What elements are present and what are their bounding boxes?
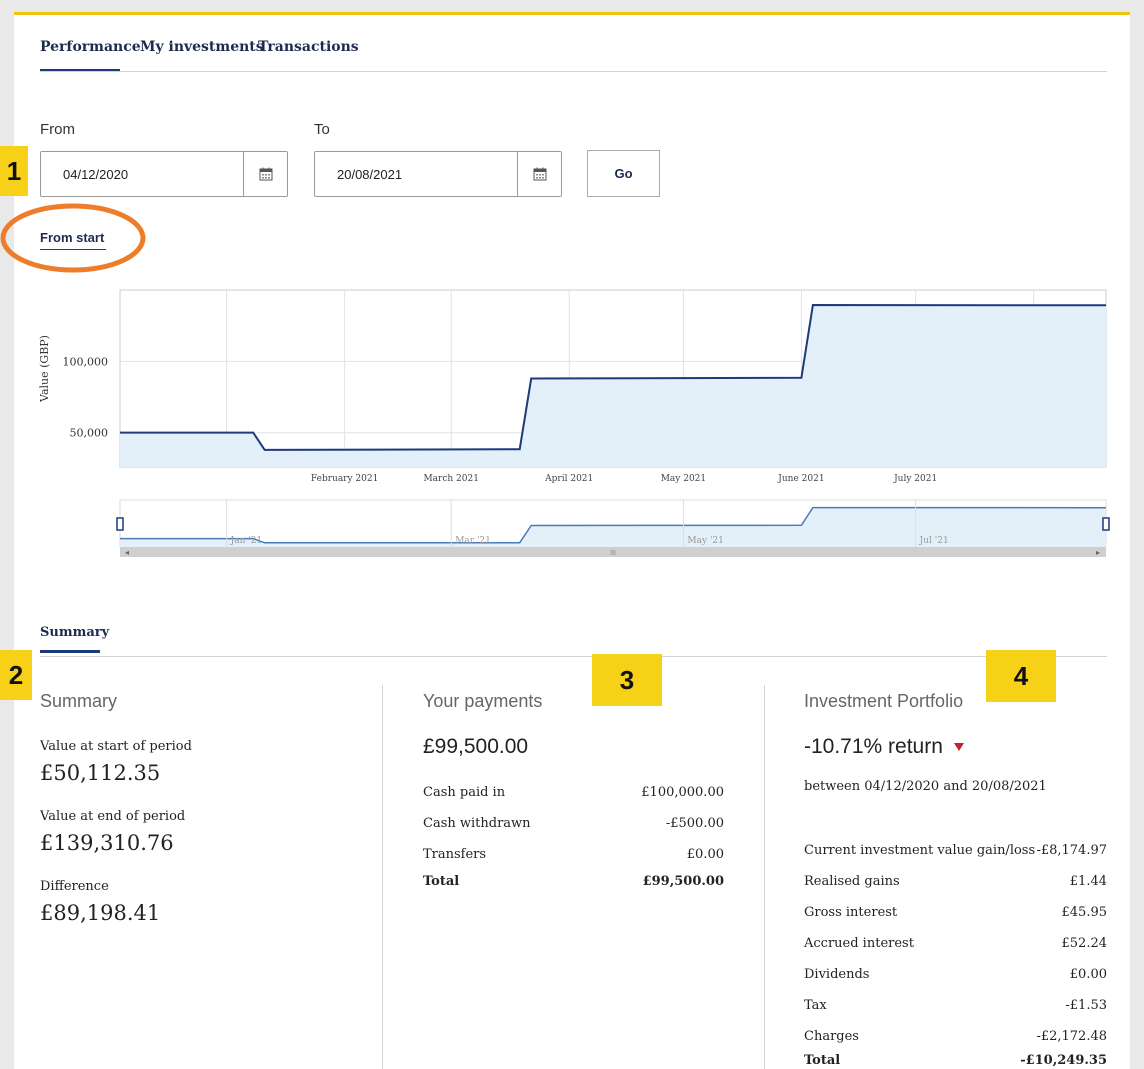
navigator-handle	[1102, 517, 1110, 531]
x-tick-label: July 2021	[893, 474, 937, 484]
portfolio-row-label: Realised gains	[804, 874, 900, 889]
payments-row-value: -£500.00	[665, 816, 724, 831]
calendar-icon[interactable]	[517, 152, 561, 196]
summary-tab-indicator	[40, 650, 100, 653]
go-button[interactable]: Go	[587, 150, 660, 197]
navigator-tick-label: May '21	[687, 536, 723, 546]
portfolio-row-value: -£1.53	[1065, 998, 1107, 1013]
portfolio-row-label: Gross interest	[804, 905, 898, 920]
portfolio-return: -10.71% return	[804, 735, 965, 759]
from-date-value: 04/12/2020	[63, 167, 129, 182]
navigator-handle	[116, 517, 124, 531]
x-tick-label: March 2021	[423, 474, 479, 484]
payments-row-label: Transfers	[423, 847, 487, 862]
payments-row-label: Cash withdrawn	[423, 816, 531, 831]
portfolio-row-label: Tax	[804, 998, 827, 1013]
portfolio-row-value: £1.44	[1069, 874, 1107, 889]
navigator-tick-label: Mar '21	[455, 536, 491, 546]
to-date-input[interactable]: 20/08/2021	[314, 151, 562, 197]
y-axis-label: Value (GBP)	[38, 335, 51, 403]
annotation-badge-3: 3	[592, 654, 662, 706]
navigator-tick-label: Jul '21	[919, 536, 949, 546]
portfolio-total-label: Total	[804, 1053, 841, 1068]
portfolio-row-value: -£8,174.97	[1036, 843, 1107, 858]
portfolio-title: Investment Portfolio	[804, 691, 964, 711]
return-period: between 04/12/2020 and 20/08/2021	[804, 779, 1047, 794]
tab-summary[interactable]: Summary	[40, 625, 109, 640]
tab-transactions[interactable]: Transactions	[258, 39, 359, 55]
column-separator	[382, 685, 383, 1069]
payments-total: £99,500.00	[423, 735, 529, 758]
start-value-label: Value at start of period	[40, 739, 192, 754]
y-tick-label: 50,000	[70, 427, 109, 440]
x-tick-label: April 2021	[544, 474, 593, 484]
annotation-badge-4: 4	[986, 650, 1056, 702]
performance-chart[interactable]: 100,000 50,000 Value (GBP) February 2021 Mar…	[14, 275, 1130, 575]
payments-total-value: £99,500.00	[642, 874, 724, 889]
annotation-badge-2: 2	[0, 650, 32, 700]
tab-performance[interactable]: Performance	[40, 39, 141, 55]
column-separator	[764, 685, 765, 1069]
x-tick-label: May 2021	[661, 474, 706, 484]
portfolio-row-value: -£2,172.48	[1036, 1029, 1107, 1044]
y-tick-label: 100,000	[63, 355, 109, 368]
payments-row-value: £0.00	[686, 847, 724, 862]
to-date-value: 20/08/2021	[337, 167, 403, 182]
portfolio-row-label: Accrued interest	[804, 936, 914, 951]
payments-total-label: Total	[423, 874, 460, 889]
payments-title: Your payments	[423, 691, 543, 711]
annotation-circle	[0, 203, 146, 273]
scroll-left-arrow-icon: ◂	[125, 548, 129, 557]
tab-my-investments[interactable]: My investments	[140, 39, 264, 55]
difference-value: £89,198.41	[40, 901, 161, 925]
tabs-divider	[40, 71, 1107, 72]
down-triangle-icon	[953, 743, 964, 752]
from-label: From	[40, 121, 75, 138]
portfolio-total-value: -£10,249.35	[1020, 1053, 1107, 1068]
x-tick-label: June 2021	[777, 474, 824, 484]
to-label: To	[314, 121, 330, 138]
performance-panel: Performance My investments Transactions …	[14, 12, 1130, 1069]
navigator-tick-label: Jan '21	[230, 536, 263, 546]
portfolio-row-label: Dividends	[804, 967, 870, 982]
scroll-grip: III	[610, 550, 616, 557]
portfolio-row-label: Charges	[804, 1029, 859, 1044]
portfolio-row-value: £0.00	[1069, 967, 1107, 982]
portfolio-row-value: £52.24	[1061, 936, 1108, 951]
payments-row-value: £100,000.00	[641, 785, 724, 800]
summary-divider	[40, 656, 1107, 657]
annotation-badge-1: 1	[0, 146, 28, 196]
summary-title: Summary	[40, 691, 118, 711]
payments-row-label: Cash paid in	[423, 785, 506, 800]
start-value: £50,112.35	[40, 761, 161, 785]
from-date-input[interactable]: 04/12/2020	[40, 151, 288, 197]
x-tick-label: February 2021	[311, 474, 378, 484]
portfolio-row-value: £45.95	[1061, 905, 1108, 920]
end-value-label: Value at end of period	[40, 809, 186, 824]
scroll-right-arrow-icon: ▸	[1096, 548, 1100, 557]
return-text: -10.71% return	[804, 735, 943, 758]
end-value: £139,310.76	[40, 831, 174, 855]
calendar-icon[interactable]	[243, 152, 287, 196]
difference-label: Difference	[40, 879, 109, 894]
